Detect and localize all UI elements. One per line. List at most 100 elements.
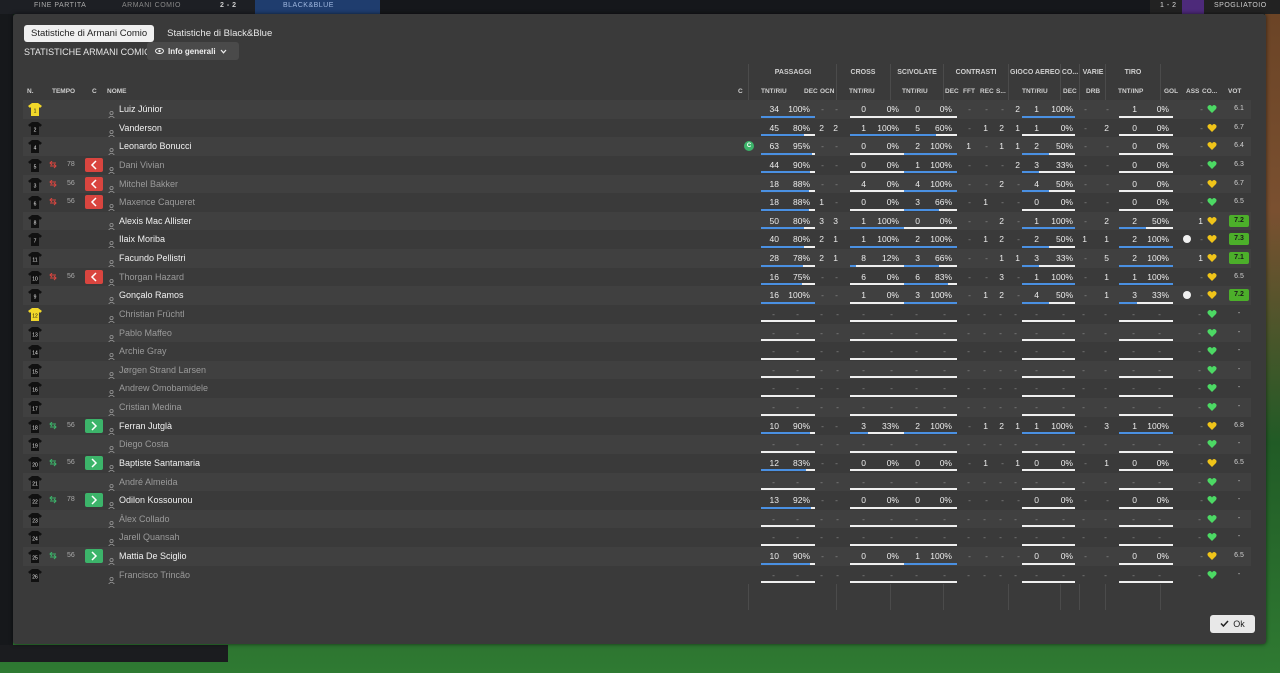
co-decisive: - <box>1084 457 1087 468</box>
contrast-empty: - <box>983 308 986 319</box>
table-row[interactable]: 2 Vanderson 45 80% 2 2 1 100% 5 60% -1 2 1 1 0% -2 0 0% -6… <box>23 118 1251 138</box>
player-name[interactable]: André Almeida <box>119 473 178 492</box>
tab-away-stats[interactable]: Statistiche di Black&Blue <box>160 25 279 42</box>
col-header-dribbles[interactable]: DRB <box>1086 88 1100 95</box>
player-name[interactable]: Luiz Júnior <box>119 100 163 119</box>
tackles-bar-fill <box>904 245 957 248</box>
player-name[interactable]: Facundo Pellistri <box>119 249 186 268</box>
table-row[interactable]: 1 Luiz Júnior 34 100% - -0 0% 0 0% - - -2 1 100% - -1 0%… <box>23 100 1251 119</box>
player-name[interactable]: Christian Früchtl <box>119 305 185 324</box>
aerial-bar <box>1022 394 1075 397</box>
person-icon <box>108 516 115 529</box>
player-name[interactable]: Jarell Quansah <box>119 528 180 547</box>
player-name[interactable]: Diego Costa <box>119 435 169 454</box>
table-row[interactable]: 25 56 Mattia De Sciglio 10 90% - -0 0% 1 100% - - - -… <box>23 547 1251 566</box>
player-name[interactable]: Thorgan Hazard <box>119 268 184 287</box>
co-decisive: - <box>1084 141 1087 152</box>
player-name[interactable]: Jørgen Strand Larsen <box>119 361 206 380</box>
col-header-name[interactable]: NOME <box>107 88 127 95</box>
contrast-stat: - <box>1001 551 1004 561</box>
col-header-passes-att[interactable]: TNT/RIU <box>761 88 787 95</box>
table-row[interactable]: 4 Leonardo Bonucci C 63 95% - -0 0% 2 100% 1-1 1 2 50… <box>23 137 1251 156</box>
col-header-passes-dec[interactable]: DEC <box>804 88 818 95</box>
table-row[interactable]: 5 78 Dani Vivian 44 90% - -0 0% 1 100% - - -2 3 33% - -0… <box>23 155 1251 175</box>
player-name[interactable]: Leonardo Bonucci <box>119 137 192 156</box>
table-row[interactable]: 7 Ilaix Moriba 40 80% 2 1 1 100% 2 100% -1 2-2 50% 1 1… <box>23 230 1251 249</box>
col-header-assists[interactable]: ASS <box>1186 88 1199 95</box>
cross-bar <box>850 227 904 230</box>
heart-icon <box>1207 514 1217 524</box>
shots-bar-fill <box>1119 264 1173 267</box>
col-header-aerial-att[interactable]: TNT/RIU <box>1022 88 1048 95</box>
table-row[interactable]: 6 56 Maxence Caqueret 18 88% 1-0 0% 3 66% -1- -0 0%… <box>23 193 1251 212</box>
heart-icon <box>1207 197 1217 207</box>
table-row[interactable]: 19 Diego Costa - - - - - - - - - - - - - - - - - - - - <box>23 435 1251 454</box>
player-name[interactable]: Francisco Trincão <box>119 566 190 585</box>
contrast-stat: - <box>968 551 971 561</box>
player-name[interactable]: Pablo Maffeo <box>119 324 172 343</box>
aerial-bar-fill <box>1022 171 1040 174</box>
table-row[interactable]: 15 Jørgen Strand Larsen - - - - - - - - - - - - - - - - - -… <box>23 360 1251 380</box>
player-name[interactable]: Baptiste Santamaria <box>119 454 200 473</box>
table-row[interactable]: 13 Pablo Maffeo - - - - - - - - - - - - - - - - - - - - <box>23 323 1251 343</box>
tab-home-stats[interactable]: Statistiche di Armani Comio <box>24 25 155 42</box>
player-name[interactable]: Maxence Caqueret <box>119 193 195 212</box>
table-row[interactable]: 23 Àlex Collado - - - - - - - - - - - - - - - - - - - - <box>23 509 1251 529</box>
contrast-stat: - <box>1001 159 1004 170</box>
table-row[interactable]: 12 Christian Früchtl - - - - - - - - - - - - - - - - - - - - <box>23 304 1251 324</box>
contrast-stat: - <box>968 178 971 189</box>
player-name[interactable]: Ilaix Moriba <box>119 230 165 249</box>
table-row[interactable]: 14 Archie Gray - - - - - - - - - - - - - - - - - - - - <box>23 342 1251 361</box>
table-row[interactable]: 9 Gonçalo Ramos 16 100% - -1 0% 3 100% -1 2-4 50% -1… <box>23 286 1251 305</box>
player-name[interactable]: Cristian Medina <box>119 398 182 417</box>
passes-bar <box>761 581 815 584</box>
subbed-off-indicator <box>85 157 103 172</box>
dressing-room-button[interactable]: SPOGLIATOIO <box>1214 2 1267 9</box>
table-row[interactable]: 11 Facundo Pellistri 28 78% 2 1 8 12% 3 66% - -1 1 3 3… <box>23 249 1251 268</box>
table-row[interactable]: 16 Andrew Omobamidele - - - - - - - - - - - - - - - - - - - - <box>23 379 1251 398</box>
shots-bar <box>1119 320 1173 323</box>
player-name[interactable]: Andrew Omobamidele <box>119 379 208 398</box>
player-name[interactable]: Vanderson <box>119 119 162 138</box>
col-header-co-dec[interactable]: DEC <box>1063 88 1077 95</box>
table-row[interactable]: 21 André Almeida - - - - - - - - - - - - - - - - - - - - <box>23 472 1251 492</box>
col-header-condition[interactable]: CO... <box>1202 88 1217 95</box>
table-row[interactable]: 8 Alexis Mac Allister 50 80% 3 3 1 100% 0 0% - -2-1… <box>23 211 1251 231</box>
person-icon <box>108 460 115 473</box>
col-header-contrast-fft[interactable]: FFT <box>963 88 975 95</box>
col-header-cross-att[interactable]: TNT/RIU <box>849 88 875 95</box>
player-name[interactable]: Àlex Collado <box>119 510 170 529</box>
table-row[interactable]: 18 56 Ferran Jutglà 10 90% - -3 33% 2 100% -1 2 1 1 10… <box>23 416 1251 436</box>
assists: - <box>1200 495 1203 506</box>
table-row[interactable]: 20 56 Baptiste Santamaria 12 83% - -0 0% 0 0% -1-1… <box>23 453 1251 473</box>
col-header-passes-ocn[interactable]: OCN <box>820 88 834 95</box>
player-name[interactable]: Mattia De Sciglio <box>119 547 187 566</box>
table-row[interactable]: 26 Francisco Trincão - - - - - - - - - - - - - - - - - - - - <box>23 565 1251 585</box>
table-row[interactable]: 22 78 Odilon Kossounou 13 92% - -0 0% 0 0% - - - -0 0%… <box>23 491 1251 510</box>
table-row[interactable]: 3 56 Mitchel Bakker 18 88% - -4 0% 4 100% - -2-4 50%… <box>23 174 1251 194</box>
table-row[interactable]: 17 Cristian Medina - - - - - - - - - - - - - - - - - - - - <box>23 398 1251 417</box>
table-row[interactable]: 10 56 Thorgan Hazard 16 75% - -6 0% 6 83% - -3-1 100… <box>23 267 1251 287</box>
player-name[interactable]: Ferran Jutglà <box>119 417 172 436</box>
col-header-shots-att[interactable]: TNT/INP <box>1118 88 1143 95</box>
view-dropdown[interactable]: Info generali <box>147 42 239 60</box>
ok-button[interactable]: Ok <box>1210 615 1255 633</box>
aerial-bar-fill <box>1022 432 1075 435</box>
col-header-vote[interactable]: VOT <box>1228 88 1241 95</box>
table-row[interactable]: 24 Jarell Quansah - - - - - - - - - - - - - - - - - - - - <box>23 528 1251 547</box>
col-header-tackles-att[interactable]: TNT/RIU <box>902 88 928 95</box>
col-header-contrast-s[interactable]: S... <box>996 88 1006 95</box>
col-header-goals[interactable]: GOL <box>1164 88 1178 95</box>
player-name[interactable]: Dani Vivian <box>119 156 164 175</box>
player-name[interactable]: Archie Gray <box>119 342 167 361</box>
col-header-contrast-rec[interactable]: REC <box>980 88 994 95</box>
tackles-bar <box>904 171 957 174</box>
eye-icon <box>155 47 164 56</box>
cross-bar <box>850 171 904 174</box>
player-name[interactable]: Odilon Kossounou <box>119 491 193 510</box>
col-header-contrast-dec[interactable]: DEC <box>945 88 959 95</box>
player-name[interactable]: Alexis Mac Allister <box>119 212 192 231</box>
player-name[interactable]: Gonçalo Ramos <box>119 286 184 305</box>
co-decisive: 1 <box>1082 234 1087 245</box>
player-name[interactable]: Mitchel Bakker <box>119 175 178 194</box>
